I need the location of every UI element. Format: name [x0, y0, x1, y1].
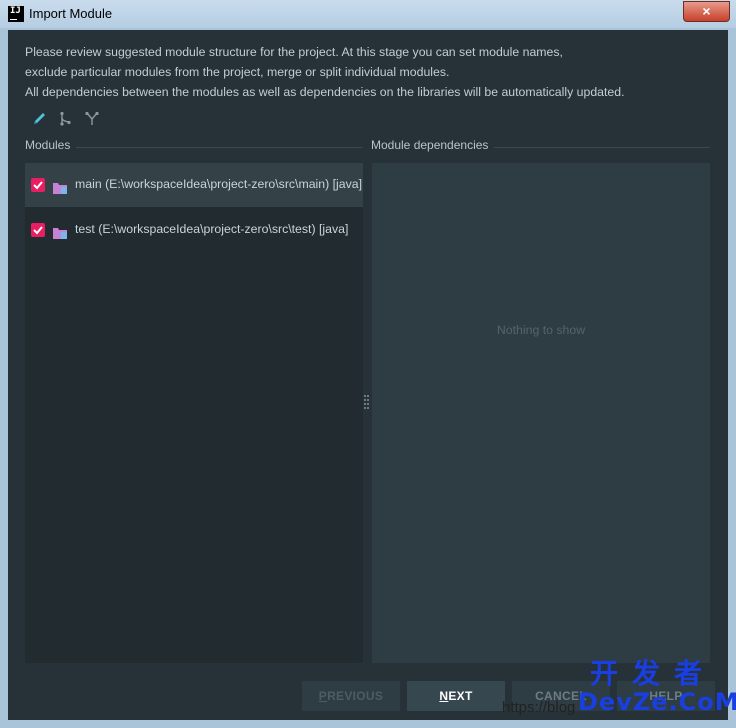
deps-divider — [488, 147, 710, 148]
intellij-icon: IJ — [8, 6, 24, 22]
module-row-main[interactable]: main (E:\workspaceIdea\project-zero\src\… — [25, 163, 363, 207]
dialog-content: Please review suggested module structure… — [8, 30, 728, 720]
folder-icon — [53, 224, 67, 239]
split-icon[interactable] — [57, 110, 75, 128]
modules-divider — [68, 147, 363, 148]
watermark-logo-en: DevZe.CoM — [578, 688, 736, 716]
previous-button[interactable]: PREVIOUS — [302, 681, 400, 711]
module-checkbox-test[interactable] — [31, 223, 45, 237]
module-dependencies-panel: Nothing to show — [372, 163, 710, 663]
folder-icon — [53, 179, 67, 194]
empty-state-text: Nothing to show — [496, 323, 586, 337]
watermark-logo-cn: 开发者 — [589, 657, 716, 690]
watermark-url: https://blog — [502, 699, 576, 716]
next-button[interactable]: NEXT — [407, 681, 505, 711]
module-dependencies-label: Module dependencies — [371, 138, 495, 152]
panel-splitter-handle[interactable] — [364, 394, 370, 412]
description-line: All dependencies between the modules as … — [25, 85, 625, 99]
import-module-window: IJ Import Module × Please review suggest… — [0, 0, 736, 728]
app-icon-text: IJ — [10, 6, 21, 16]
description-line: Please review suggested module structure… — [25, 45, 563, 59]
description: Please review suggested module structure… — [25, 42, 715, 102]
modules-list[interactable]: main (E:\workspaceIdea\project-zero\src\… — [25, 163, 363, 663]
pencil-icon[interactable] — [31, 110, 49, 128]
module-name: test (E:\workspaceIdea\project-zero\src\… — [75, 222, 349, 236]
next-mnemonic: N — [439, 689, 449, 703]
module-name: main (E:\workspaceIdea\project-zero\src\… — [75, 177, 363, 191]
modules-label: Modules — [25, 138, 77, 152]
module-row-test[interactable]: test (E:\workspaceIdea\project-zero\src\… — [25, 208, 363, 252]
merge-icon[interactable] — [83, 110, 101, 128]
previous-label: REVIOUS — [327, 689, 384, 703]
close-button[interactable]: × — [683, 1, 730, 22]
description-line: exclude particular modules from the proj… — [25, 65, 450, 79]
module-checkbox-main[interactable] — [31, 178, 45, 192]
title-bar: IJ Import Module × — [0, 0, 736, 28]
watermark-logo: 开发者 DevZe.CoM — [578, 657, 736, 716]
next-label: EXT — [448, 689, 473, 703]
previous-mnemonic: P — [318, 689, 328, 703]
window-title: Import Module — [29, 6, 113, 21]
